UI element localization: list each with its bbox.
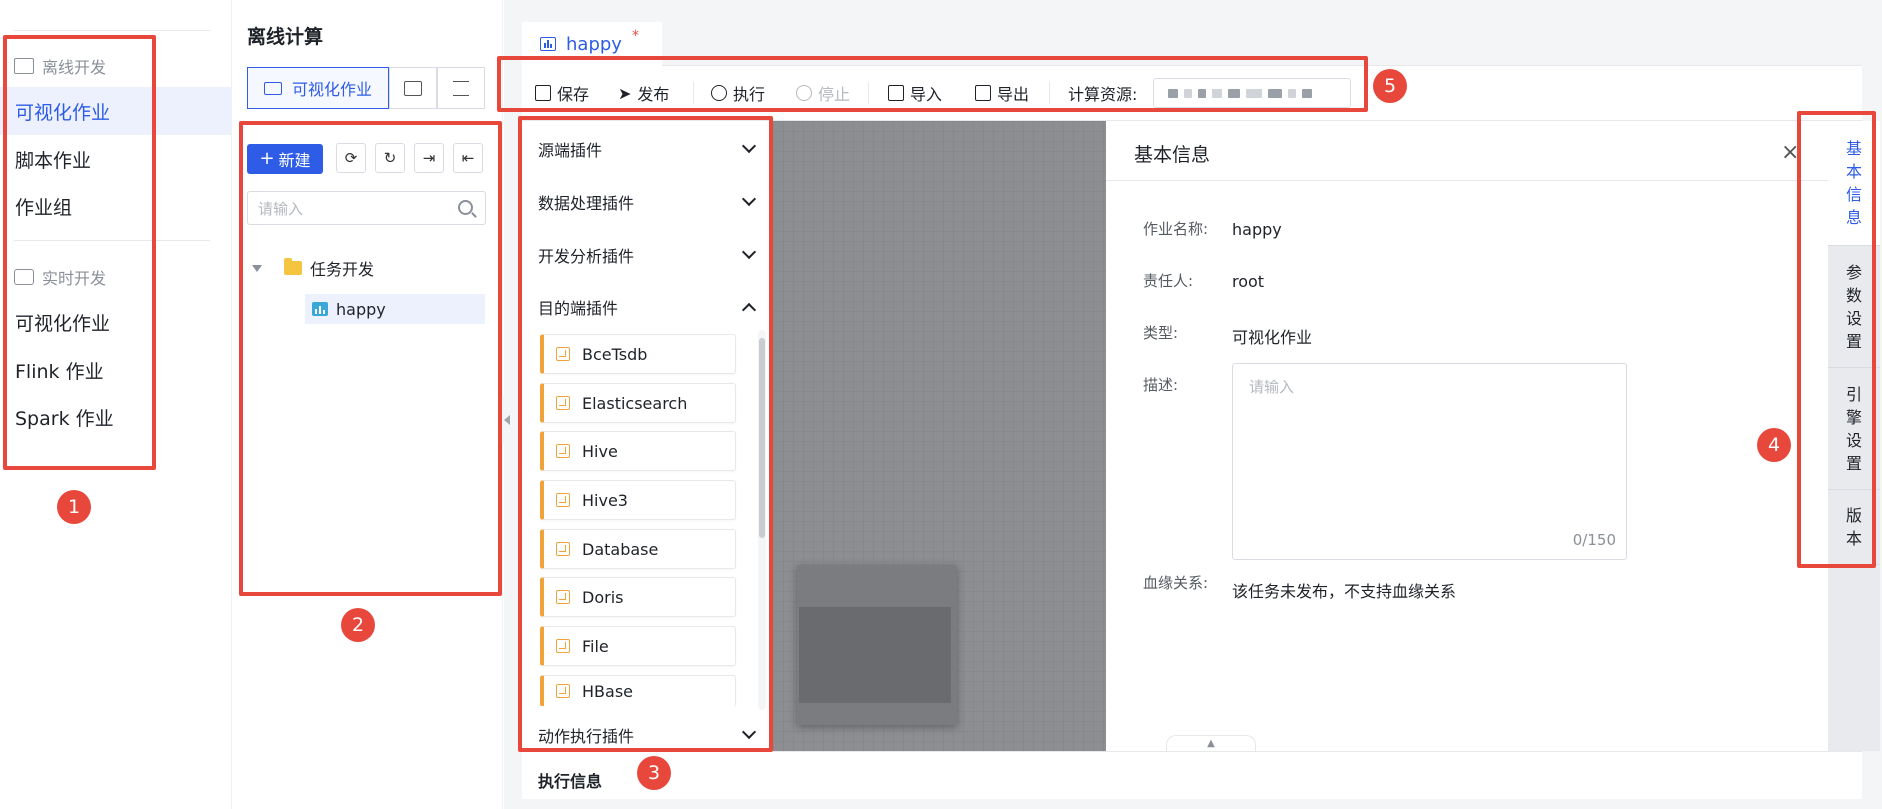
divider — [1106, 180, 1828, 181]
tree-title: 离线计算 — [247, 26, 324, 48]
field-value-owner: root — [1232, 272, 1265, 291]
exec-info-bar[interactable] — [522, 751, 1862, 799]
code-icon — [404, 80, 422, 96]
tab-script-jobs[interactable] — [389, 67, 437, 109]
annotation-box-2 — [239, 121, 502, 596]
exec-info-title: 执行信息 — [538, 772, 603, 791]
unsaved-mark: * — [631, 28, 639, 44]
canvas-minimap[interactable] — [797, 565, 957, 725]
tab-visual-jobs[interactable]: 可视化作业 — [247, 67, 389, 109]
annotation-box-4 — [1797, 111, 1876, 568]
annotation-box-3 — [518, 116, 773, 752]
field-value-type: 可视化作业 — [1232, 328, 1313, 347]
annotation-badge-4: 4 — [1757, 428, 1791, 462]
field-label-lineage: 血缘关系: — [1143, 574, 1209, 592]
minimap-viewport[interactable] — [799, 607, 951, 703]
bottom-panel-toggle[interactable]: ▲ — [1166, 735, 1256, 751]
caret-up-icon: ▲ — [1207, 738, 1215, 749]
app-window: 离线开发 可视化作业 脚本作业 作业组 实时开发 可视化作业 Flink 作业 … — [0, 0, 1882, 809]
field-label-desc: 描述: — [1143, 376, 1179, 394]
tab-job-groups[interactable] — [437, 67, 485, 109]
annotation-badge-5: 5 — [1373, 69, 1407, 103]
list-icon — [453, 80, 469, 96]
annotation-badge-3: 3 — [637, 756, 671, 790]
field-label-name: 作业名称: — [1143, 220, 1209, 238]
field-value-lineage: 该任务未发布，不支持血缘关系 — [1232, 582, 1457, 601]
annotation-badge-1: 1 — [57, 490, 91, 524]
annotation-box-5 — [497, 56, 1368, 112]
field-label-owner: 责任人: — [1143, 272, 1194, 290]
monitor-icon — [263, 81, 282, 95]
description-textarea[interactable]: 请输入 0/150 — [1232, 363, 1627, 560]
char-counter: 0/150 — [1572, 531, 1616, 549]
panel-collapse-handle[interactable] — [500, 395, 514, 445]
annotation-box-1 — [3, 35, 156, 470]
caret-left-icon — [504, 415, 510, 425]
divider — [14, 30, 210, 31]
info-title: 基本信息 — [1134, 144, 1211, 166]
annotation-badge-2: 2 — [341, 608, 375, 642]
field-value-name: happy — [1232, 220, 1282, 239]
field-label-type: 类型: — [1143, 324, 1179, 342]
chart-icon — [540, 37, 556, 51]
